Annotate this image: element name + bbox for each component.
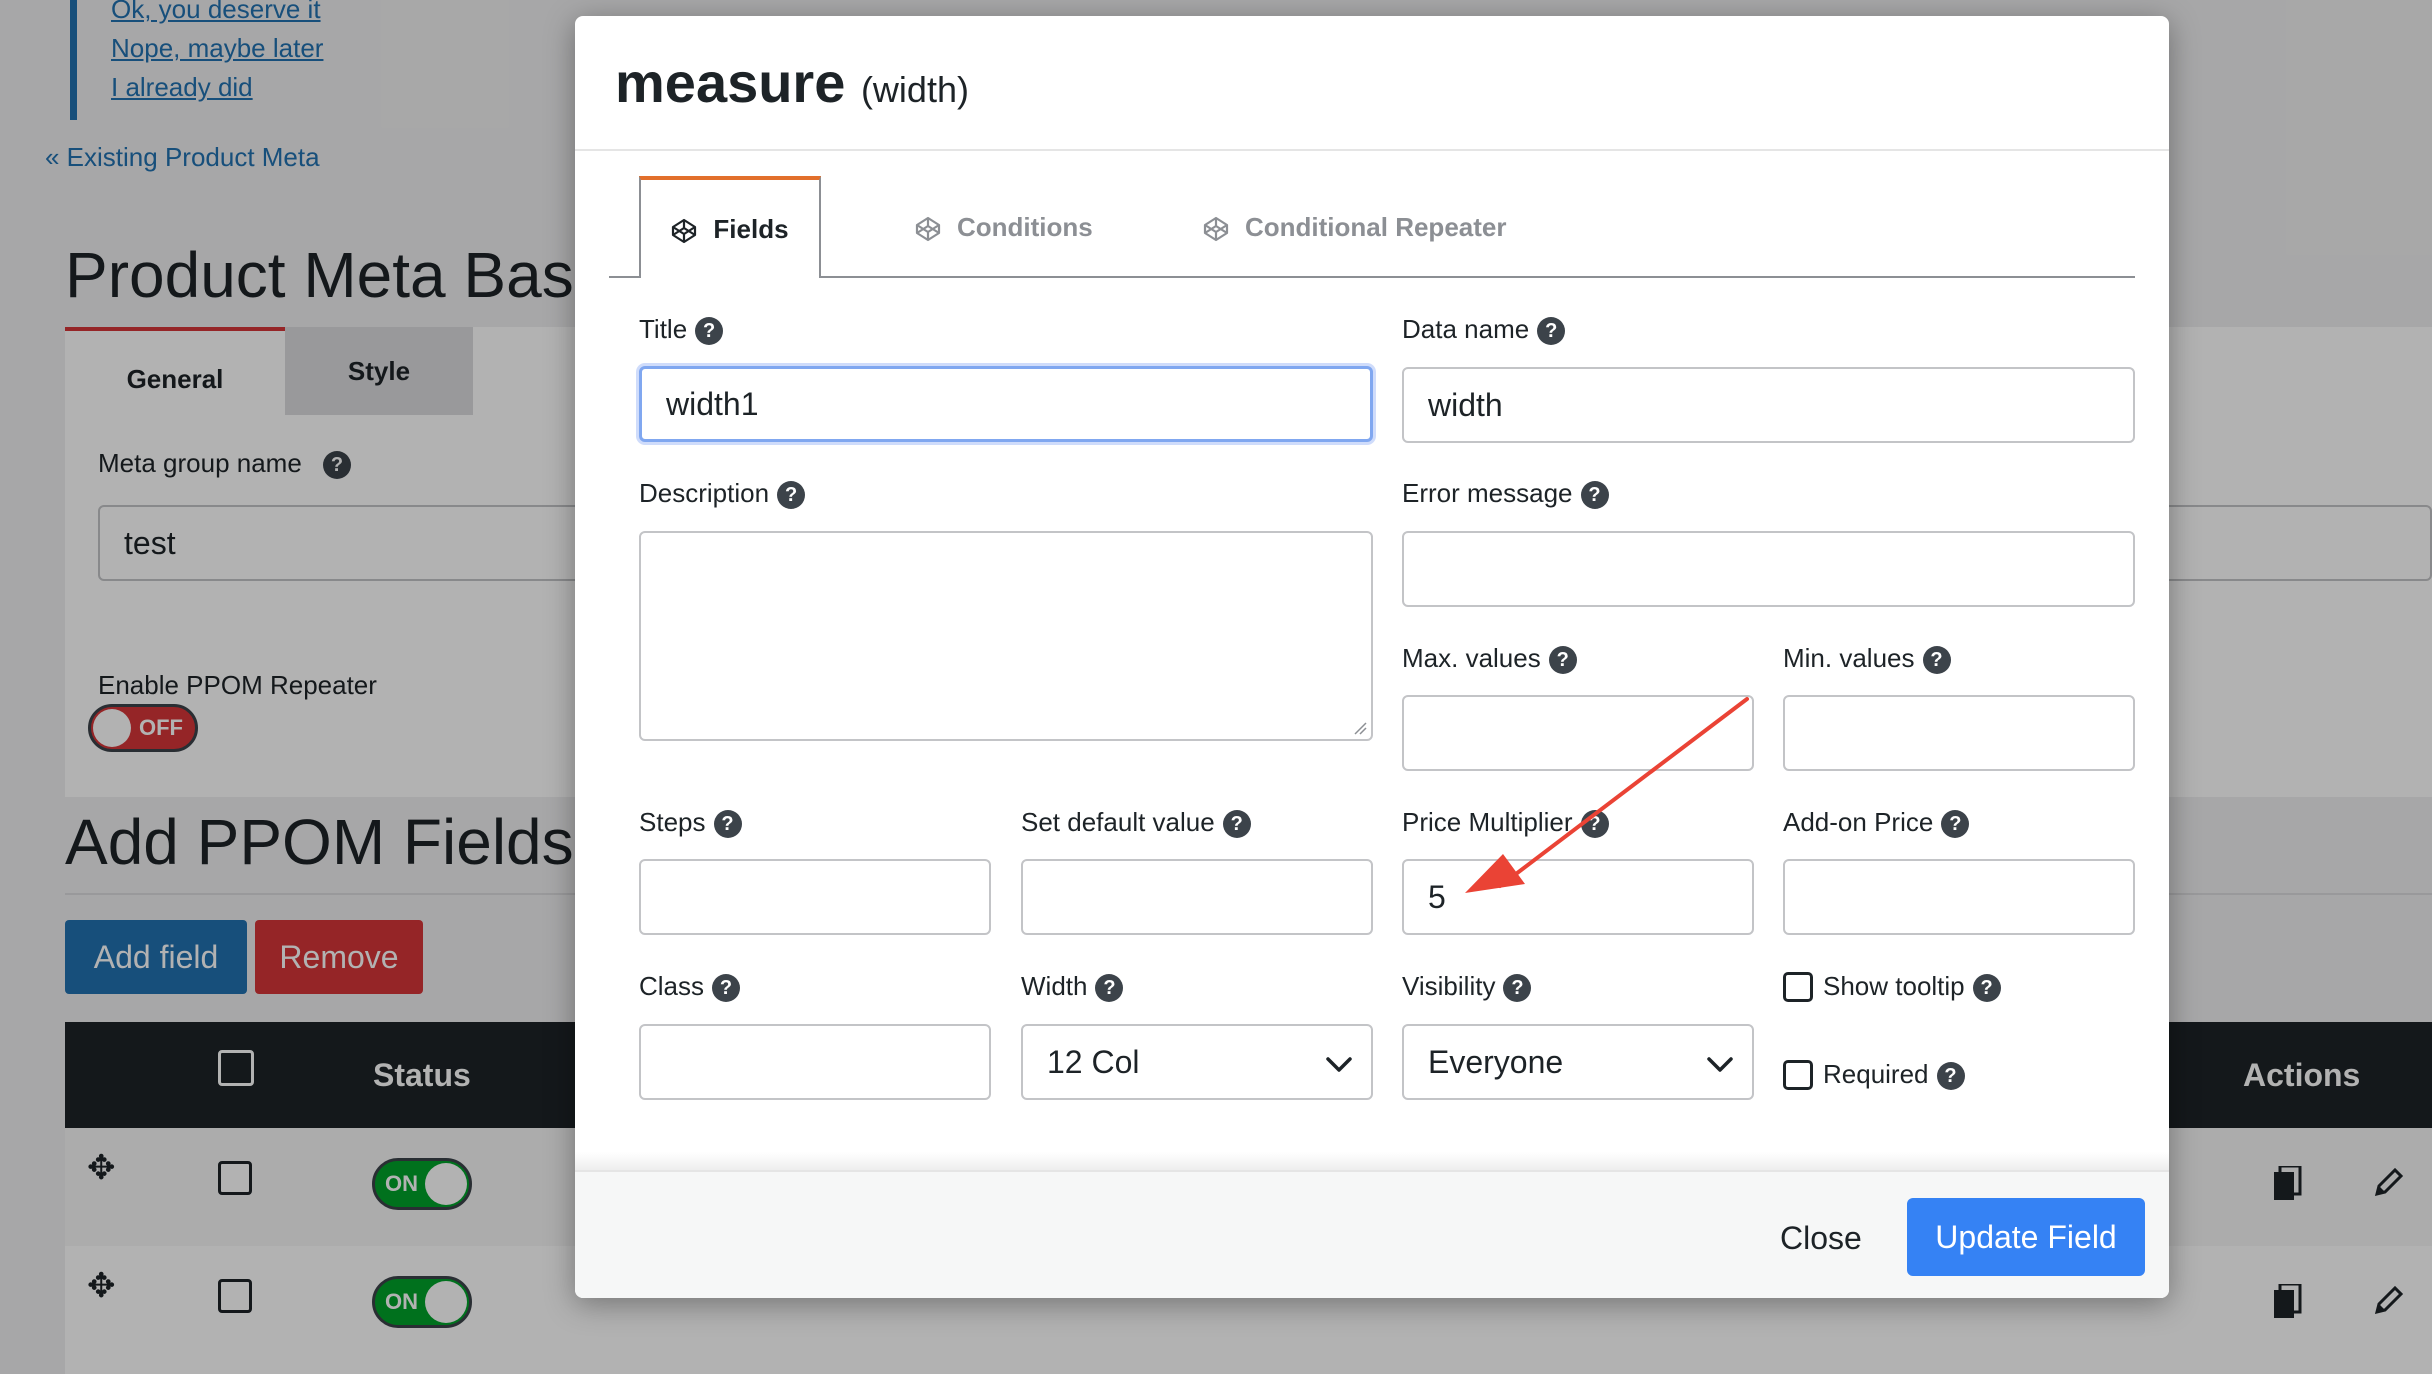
update-field-button[interactable]: Update Field [1907,1198,2145,1276]
close-button[interactable]: Close [1780,1200,1862,1276]
field-edit-modal: measure (width) Fields Conditions Condit… [575,16,2169,1298]
annotation-arrow-icon [1465,697,1749,893]
scroll-fade [575,1152,2169,1172]
